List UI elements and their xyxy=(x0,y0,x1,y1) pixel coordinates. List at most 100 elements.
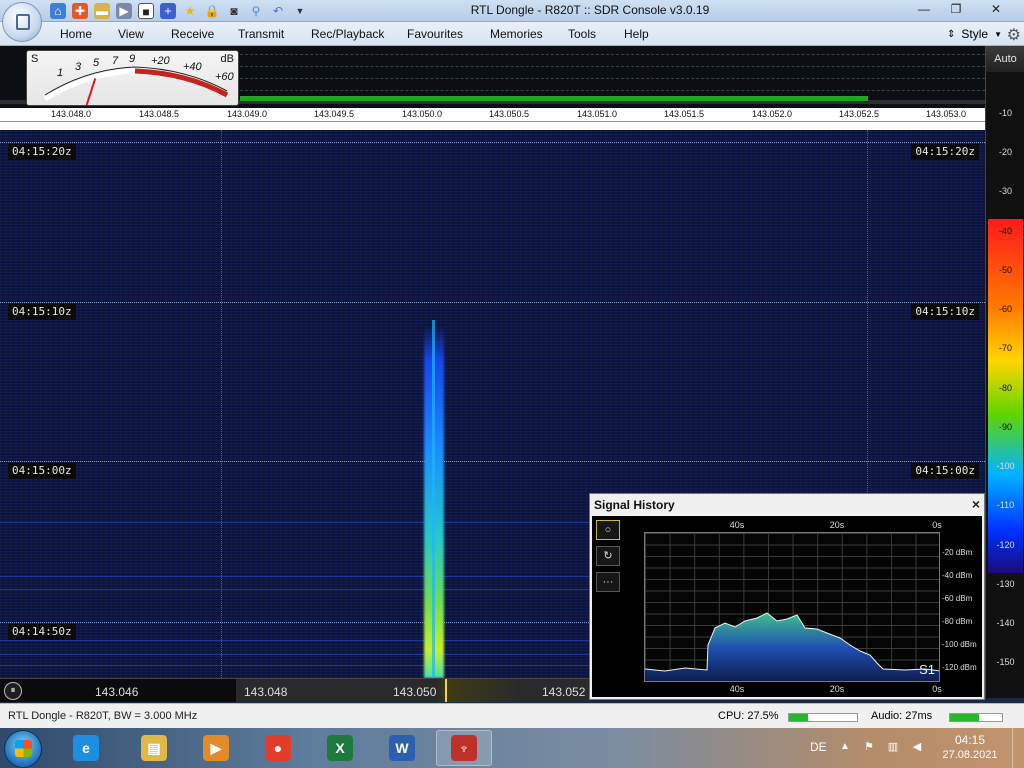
lifebuoy-icon[interactable]: ✚ xyxy=(72,3,88,19)
dbm-label: -120 dBm xyxy=(942,663,977,672)
splitter-bar[interactable] xyxy=(0,122,985,248)
cpu-usage-bar xyxy=(788,713,858,722)
taskbar-app-chrome[interactable]: ● xyxy=(250,730,306,766)
antenna-icon[interactable]: ⚲ xyxy=(248,3,264,19)
tab-view[interactable]: View xyxy=(118,27,144,41)
customize-dropdown-icon[interactable]: ▼ xyxy=(292,3,308,19)
clock-date[interactable]: 27.08.2021 xyxy=(940,749,1000,761)
maximize-button[interactable]: ❐ xyxy=(944,0,968,20)
taskbar-app-internet-explorer[interactable]: e xyxy=(58,730,114,766)
home-icon[interactable]: ⌂ xyxy=(50,3,66,19)
timestamp-right: 04:15:10z xyxy=(911,304,979,320)
action-center-icon[interactable]: ⚑ xyxy=(862,740,876,754)
volume-icon[interactable]: ◀ xyxy=(910,740,924,754)
clock-time[interactable]: 04:15 xyxy=(944,733,996,747)
pause-icon[interactable]: ⏸ xyxy=(4,682,22,700)
dbm-label: -60 dBm xyxy=(942,594,973,603)
add-icon[interactable]: + xyxy=(160,3,176,19)
timestamp-left: 04:15:20z xyxy=(8,144,76,160)
time-marker-line xyxy=(0,302,985,303)
dbm-label: -100 dBm xyxy=(942,640,977,649)
style-menu[interactable]: ⇕ Style ▼ xyxy=(947,27,1002,41)
folder-icon[interactable]: ▬ xyxy=(94,3,110,19)
network-icon[interactable]: ▥ xyxy=(886,740,900,754)
db-scale-40: +40 xyxy=(183,61,202,73)
signal-history-area xyxy=(645,613,939,681)
taskbar-app-word[interactable]: W xyxy=(374,730,430,766)
status-bar: RTL Dongle - R820T, BW = 3.000 MHz CPU: … xyxy=(0,703,1024,728)
show-desktop-button[interactable] xyxy=(1012,728,1024,768)
s-scale-5: 5 xyxy=(93,57,100,69)
taskbar-app-sdr-console[interactable]: ♆ xyxy=(436,730,492,766)
start-button[interactable] xyxy=(4,730,42,768)
tab-memories[interactable]: Memories xyxy=(490,27,543,41)
sdr-console-icon: ♆ xyxy=(451,735,477,761)
ruler-label: 143.048 xyxy=(244,685,288,699)
tray-expand-icon[interactable]: ▲ xyxy=(840,741,850,752)
frequency-axis[interactable]: 143.048.0 143.048.5 143.049.0 143.049.5 … xyxy=(0,108,985,122)
close-icon[interactable]: × xyxy=(972,496,980,512)
time-label-bottom: 0s xyxy=(932,684,942,694)
s-scale-1: 1 xyxy=(57,67,64,79)
db-label: -30 xyxy=(998,186,1012,196)
language-indicator[interactable]: DE xyxy=(810,740,827,754)
ruler-label: 143.050 xyxy=(393,685,437,699)
taskbar-app-file-explorer[interactable]: ▤ xyxy=(126,730,182,766)
application-menu-button[interactable] xyxy=(2,2,42,42)
freq-tick: 143.049.5 xyxy=(313,109,355,119)
close-button[interactable]: ✕ xyxy=(976,0,1016,20)
time-marker-line xyxy=(0,461,985,462)
db-label: -80 xyxy=(998,383,1012,393)
gear-icon[interactable]: ⚙ xyxy=(1007,25,1021,45)
play-icon[interactable]: ▶ xyxy=(116,3,132,19)
time-label-top: 0s xyxy=(932,520,942,530)
app-logo-icon xyxy=(16,14,30,30)
undo-icon[interactable]: ↶ xyxy=(270,3,286,19)
chrome-icon: ● xyxy=(265,735,291,761)
s-scale-9: 9 xyxy=(129,53,136,65)
status-text: RTL Dongle - R820T, BW = 3.000 MHz xyxy=(8,710,198,722)
tab-home[interactable]: Home xyxy=(60,27,92,41)
freq-tick: 143.050.0 xyxy=(401,109,443,119)
time-label-bottom: 20s xyxy=(829,684,845,694)
s-unit-indicator: S1 xyxy=(919,662,935,677)
db-label: -40 xyxy=(998,226,1012,236)
tab-help[interactable]: Help xyxy=(624,27,649,41)
lock-icon[interactable]: 🔒 xyxy=(204,3,220,19)
time-label-top: 20s xyxy=(829,520,845,530)
tab-tools[interactable]: Tools xyxy=(568,27,596,41)
reset-button[interactable]: ↻ xyxy=(596,546,620,566)
minimize-button[interactable]: — xyxy=(912,0,936,20)
timestamp-right: 04:15:00z xyxy=(911,463,979,479)
tab-transmit[interactable]: Transmit xyxy=(238,27,284,41)
freq-tick: 143.049.0 xyxy=(226,109,268,119)
more-options-button[interactable]: ··· xyxy=(596,572,620,592)
signal-history-plot xyxy=(645,612,939,681)
time-label-bottom: 40s xyxy=(729,684,745,694)
tab-favourites[interactable]: Favourites xyxy=(407,27,463,41)
camera-icon[interactable]: ◙ xyxy=(226,3,242,19)
ruler-tuning-marker[interactable] xyxy=(445,679,447,702)
tab-rec-playback[interactable]: Rec/Playback xyxy=(311,27,384,41)
signal-bandwidth-bar xyxy=(240,96,868,101)
dbm-label: -40 dBm xyxy=(942,571,973,580)
bottom-frequency-ruler[interactable]: ⏸ 143.046 143.048 143.050 143.052 xyxy=(0,678,589,702)
signal-history-graph[interactable]: S1 xyxy=(644,532,940,682)
taskbar: e ▤ ▶ ● X W ♆ DE ▲ ⚑ ▥ ◀ 04:15 27.08.2021 xyxy=(0,728,1024,768)
auto-scale-button[interactable]: Auto xyxy=(986,46,1024,72)
audio-buffer-bar xyxy=(949,713,1003,722)
taskbar-app-excel[interactable]: X xyxy=(312,730,368,766)
spectrum-gridline xyxy=(240,78,985,79)
s-scale-3: 3 xyxy=(75,61,82,73)
db-scale: Auto -10 -20 -30 -40 -50 -60 -70 -80 -90… xyxy=(985,46,1024,698)
windows-logo-icon xyxy=(15,740,32,757)
ribbon-minimize-icon[interactable]: ⇕ xyxy=(947,29,955,40)
freq-tick: 143.051.0 xyxy=(576,109,618,119)
taskbar-app-media-player[interactable]: ▶ xyxy=(188,730,244,766)
signal-history-title: Signal History xyxy=(594,498,675,512)
tab-receive[interactable]: Receive xyxy=(171,27,214,41)
db-label: -20 xyxy=(998,147,1012,157)
star-icon[interactable]: ★ xyxy=(182,3,198,19)
record-toggle-button[interactable]: ○ xyxy=(596,520,620,540)
stop-icon[interactable]: ■ xyxy=(138,3,154,19)
